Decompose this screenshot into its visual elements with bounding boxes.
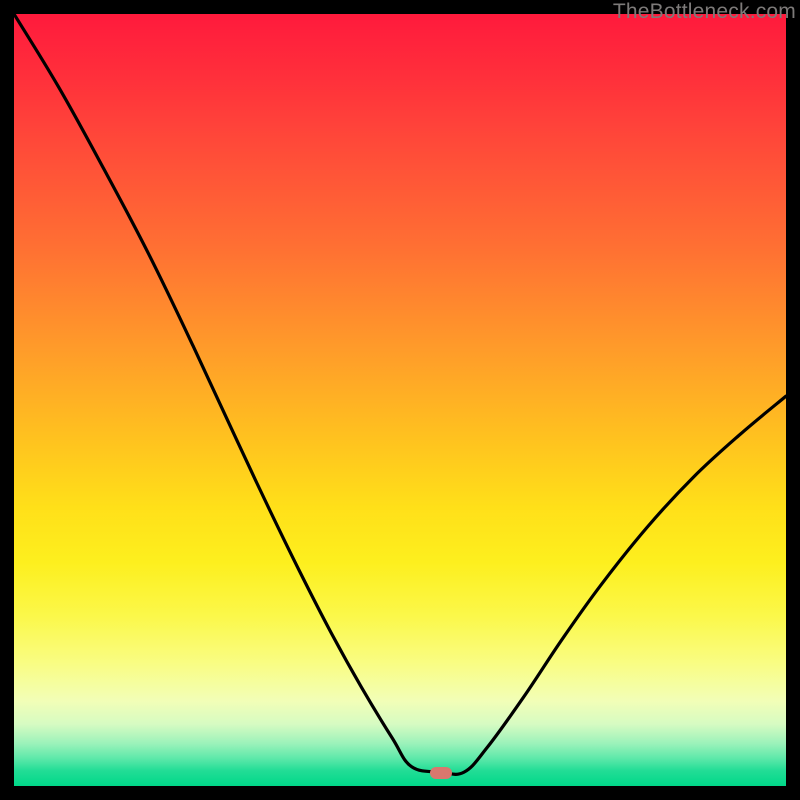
curve-svg [14, 14, 786, 786]
chart-stage: TheBottleneck.com [0, 0, 800, 800]
plot-area [14, 14, 786, 786]
bottleneck-curve [14, 14, 786, 774]
watermark-text: TheBottleneck.com [613, 0, 796, 24]
bottleneck-marker [430, 767, 452, 779]
